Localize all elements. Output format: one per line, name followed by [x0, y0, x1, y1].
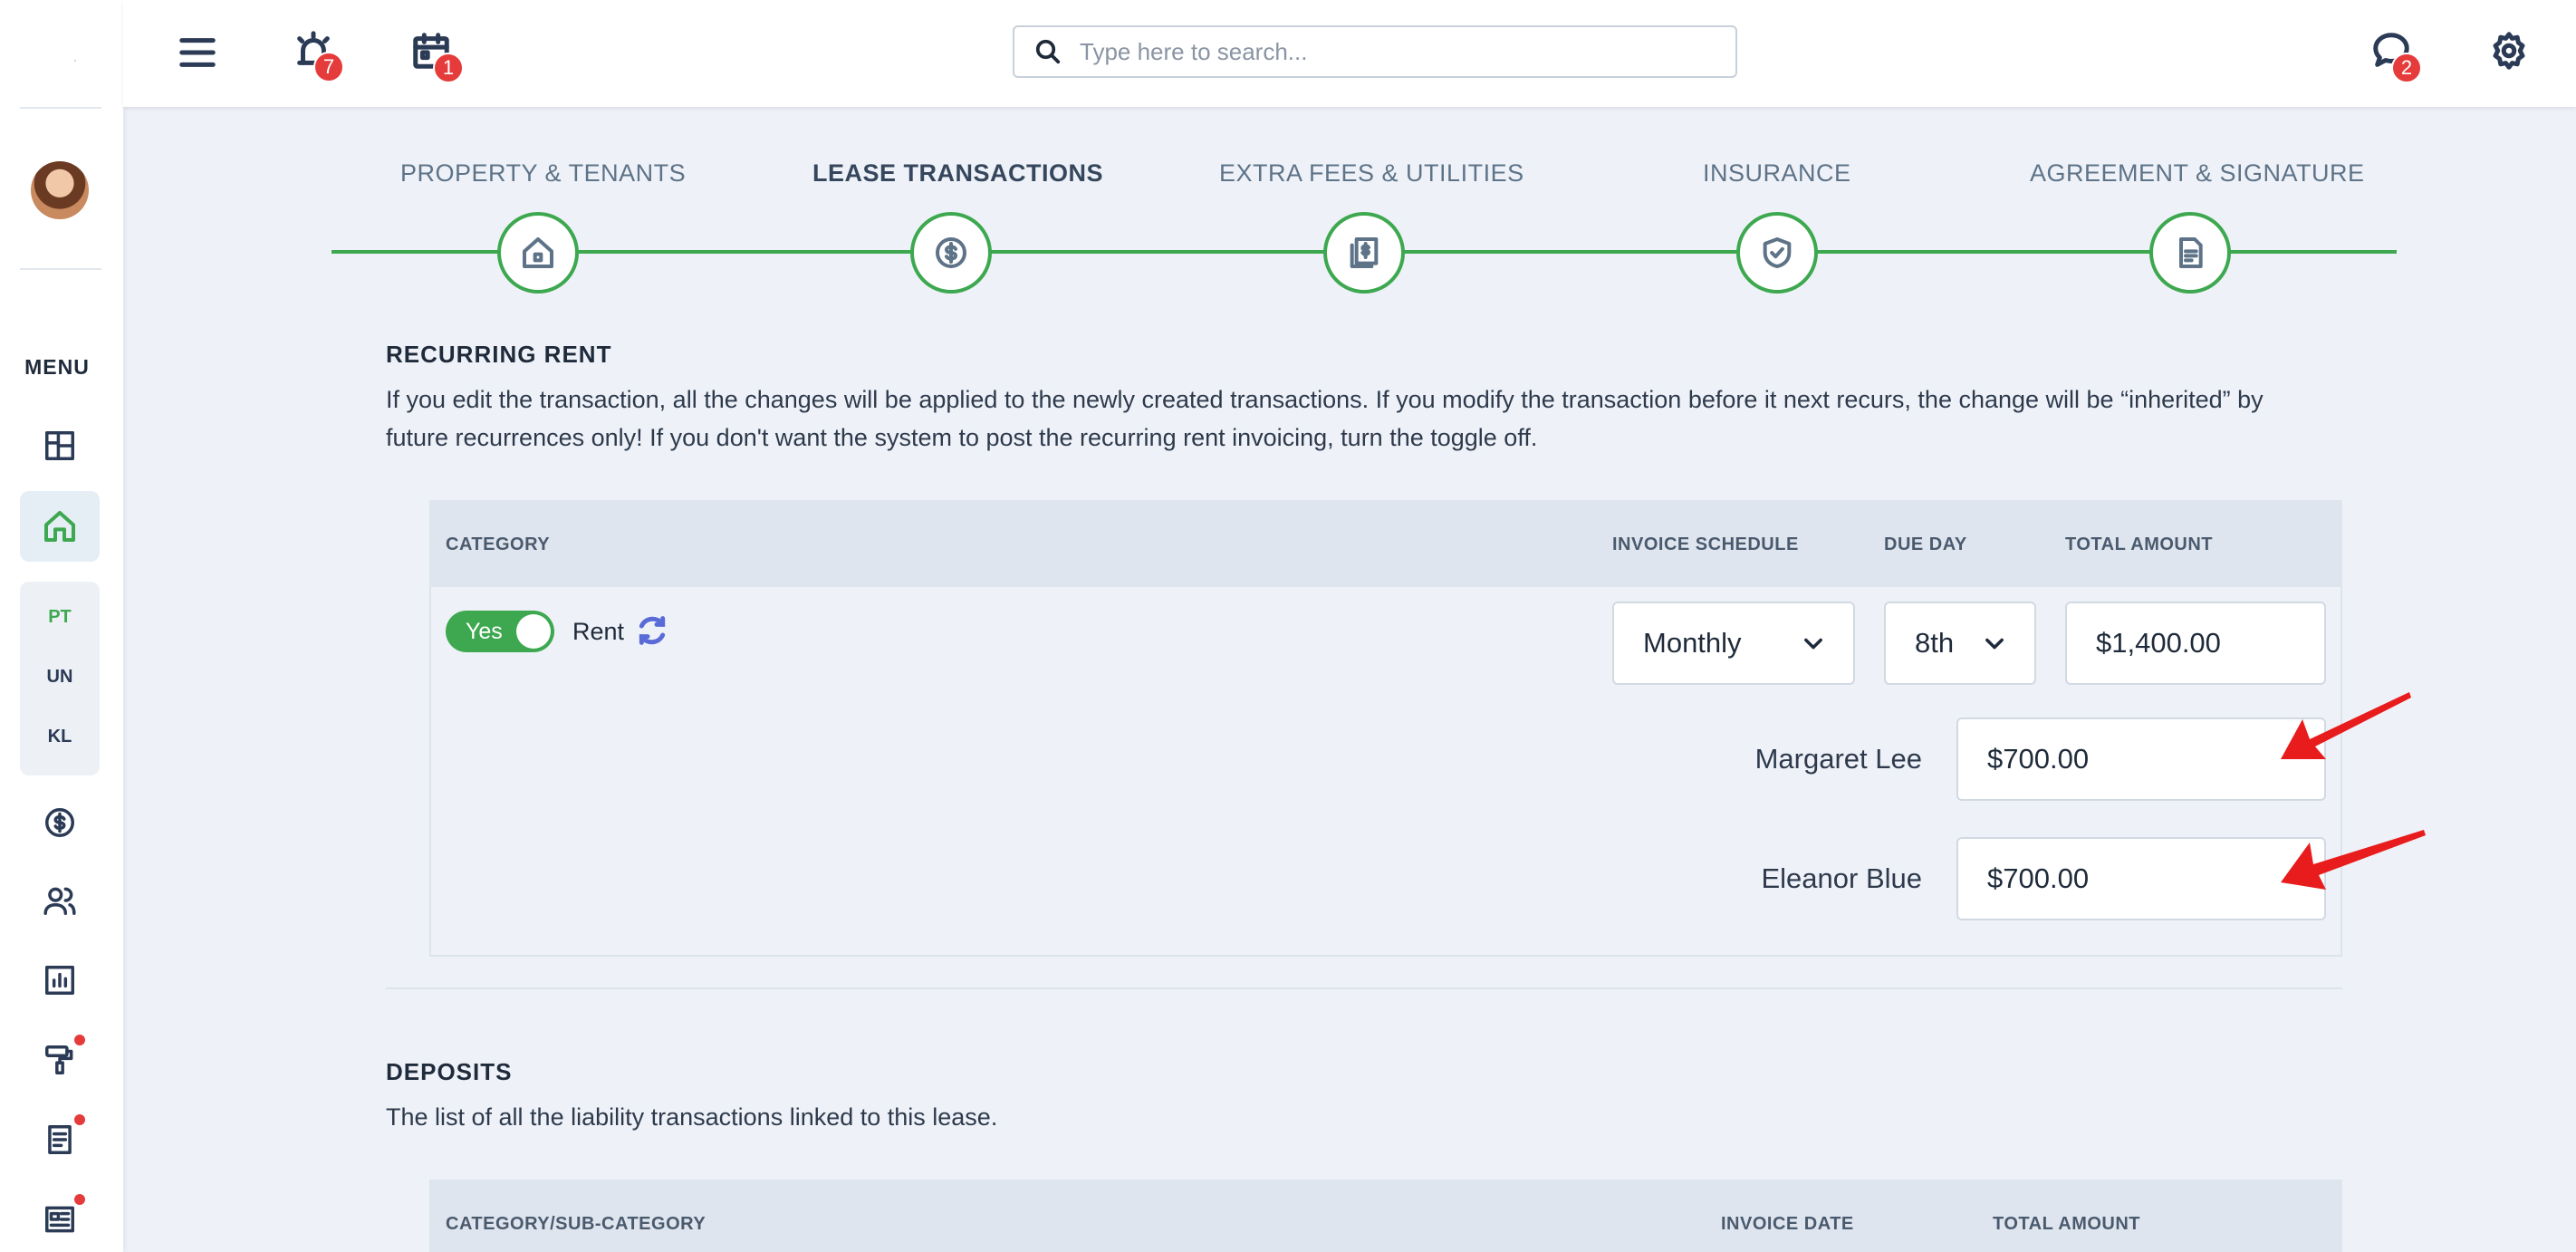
sidebar-item-properties[interactable] — [20, 491, 100, 562]
tenant-name: Eleanor Blue — [1761, 862, 1922, 894]
sidebar-divider — [20, 107, 101, 109]
column-header-invoice-schedule: INVOICE SCHEDULE — [1612, 535, 1799, 554]
messages-badge: 2 — [2391, 53, 2422, 83]
invoice-schedule-value: Monthly — [1643, 627, 1742, 659]
category-label: Rent — [572, 618, 625, 645]
total-amount-value: $1,400.00 — [2096, 627, 2221, 659]
step-lease-transactions[interactable] — [910, 212, 992, 294]
notification-dot — [74, 1114, 85, 1125]
section-divider — [386, 987, 2342, 989]
due-day-value: 8th — [1915, 627, 1955, 659]
step-insurance[interactable] — [1736, 212, 1818, 294]
recurring-rent-description-line2: future recurrences only! If you don't wa… — [386, 424, 1538, 451]
search-box[interactable] — [1013, 25, 1737, 78]
column-header-total-amount: TOTAL AMOUNT — [2065, 535, 2214, 554]
document-icon[interactable] — [38, 1118, 82, 1161]
paint-roller-icon[interactable] — [38, 1038, 82, 1082]
deposits-table-header: CATEGORY/SUB-CATEGORY INVOICE DATE TOTAL… — [429, 1180, 2342, 1252]
search-icon — [1035, 39, 1061, 64]
column-header-due-day: DUE DAY — [1884, 535, 1967, 554]
receipt-icon — [1350, 237, 1379, 268]
dollar-icon — [936, 237, 966, 268]
column-header-total-amount: TOTAL AMOUNT — [1993, 1214, 2141, 1234]
step-extra-fees[interactable] — [1323, 212, 1405, 294]
step-label-property-tenants[interactable]: PROPERTY & TENANTS — [400, 159, 686, 188]
top-bar: 7 1 2 — [123, 0, 2576, 107]
chevron-down-icon — [1801, 631, 1826, 656]
recurring-rent-title: RECURRING RENT — [386, 341, 612, 368]
newspaper-icon[interactable] — [38, 1198, 82, 1241]
column-header-category: CATEGORY — [446, 535, 551, 554]
shield-icon — [1763, 237, 1792, 268]
notification-dot — [74, 1035, 85, 1045]
recurring-icon — [634, 612, 670, 649]
house-icon — [523, 237, 553, 268]
home-icon — [44, 511, 75, 542]
sidebar: MENU PT UN KL — [0, 0, 123, 1252]
total-amount-input[interactable]: $1,400.00 — [2065, 602, 2326, 685]
tenant-amount-value: $700.00 — [1987, 862, 2090, 894]
alerts-badge: 7 — [313, 52, 344, 82]
sidebar-subitem-un[interactable]: UN — [20, 667, 100, 688]
deposits-title: DEPOSITS — [386, 1058, 513, 1085]
annotation-arrow — [2273, 824, 2427, 901]
search-input[interactable] — [1080, 37, 1714, 66]
column-header-category: CATEGORY/SUB-CATEGORY — [446, 1214, 706, 1234]
deposits-description: The list of all the liability transactio… — [386, 1103, 998, 1131]
chart-icon[interactable] — [38, 958, 82, 1002]
step-property-tenants[interactable] — [497, 212, 579, 294]
annotation-arrow — [2273, 689, 2418, 766]
recurring-toggle[interactable]: Yes — [446, 611, 554, 652]
document-icon — [2179, 237, 2203, 268]
step-label-agreement[interactable]: AGREEMENT & SIGNATURE — [2030, 159, 2365, 188]
step-label-extra-fees[interactable]: EXTRA FEES & UTILITIES — [1219, 159, 1524, 188]
step-agreement[interactable] — [2149, 212, 2231, 294]
column-header-invoice-date: INVOICE DATE — [1721, 1214, 1854, 1234]
chevron-down-icon — [1982, 631, 2007, 656]
sidebar-subitem-kl[interactable]: KL — [20, 727, 100, 747]
users-icon[interactable] — [38, 879, 82, 922]
step-label-insurance[interactable]: INSURANCE — [1703, 159, 1851, 188]
avatar[interactable] — [31, 161, 89, 219]
menu-label: MENU — [24, 355, 90, 379]
tenant-amount-input[interactable]: $700.00 — [1956, 837, 2326, 920]
hamburger-menu-icon[interactable] — [170, 25, 225, 80]
calendar-badge: 1 — [433, 53, 464, 83]
dollar-icon[interactable] — [38, 801, 82, 844]
logo-placeholder — [74, 60, 76, 62]
recurring-rent-table-header: CATEGORY INVOICE SCHEDULE DUE DAY TOTAL … — [429, 500, 2342, 587]
sidebar-submenu: PT UN KL — [20, 582, 100, 775]
sidebar-divider — [20, 268, 101, 270]
gear-icon[interactable] — [2482, 24, 2536, 78]
recurring-rent-description-line1: If you edit the transaction, all the cha… — [386, 386, 2264, 413]
tenant-name: Margaret Lee — [1754, 743, 1922, 775]
invoice-schedule-select[interactable]: Monthly — [1612, 602, 1855, 685]
notification-dot — [74, 1194, 85, 1205]
tenant-amount-value: $700.00 — [1987, 743, 2090, 775]
due-day-select[interactable]: 8th — [1884, 602, 2036, 685]
toggle-label: Yes — [466, 619, 503, 644]
toggle-knob — [516, 614, 551, 649]
dashboard-icon[interactable] — [38, 424, 82, 467]
tenant-amount-input[interactable]: $700.00 — [1956, 717, 2326, 801]
sidebar-subitem-pt[interactable]: PT — [20, 607, 100, 628]
step-label-lease-transactions[interactable]: LEASE TRANSACTIONS — [812, 159, 1103, 188]
